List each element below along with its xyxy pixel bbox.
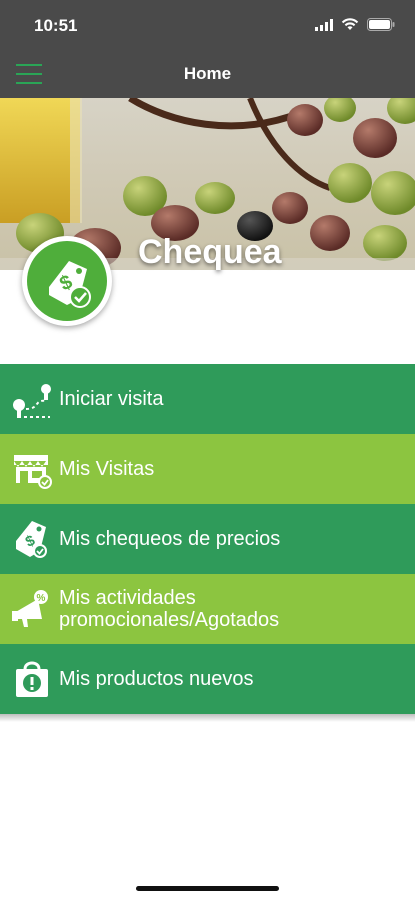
price-tag-icon: $ [16, 521, 47, 558]
status-time: 10:51 [34, 16, 78, 35]
shopping-bag-icon [16, 661, 48, 697]
menu-item-productos-nuevos[interactable]: Mis productos nuevos [0, 644, 415, 714]
nav-bar: Home [0, 50, 415, 98]
wifi-icon [341, 18, 359, 30]
menu-label: Iniciar visita [59, 388, 164, 410]
menu-shadow [0, 714, 415, 722]
megaphone-icon: % [12, 590, 48, 627]
menu-label: Mis productos nuevos [59, 668, 254, 690]
price-tag-check-icon: $ [49, 261, 91, 308]
store-icon [14, 455, 52, 489]
home-indicator[interactable] [136, 886, 279, 891]
status-icons [315, 18, 395, 31]
menu-label: Mis chequeos de precios [59, 528, 281, 550]
svg-text:%: % [37, 593, 46, 604]
map-route-icon [13, 384, 51, 418]
menu-label: Mis actividades promocionales/Agotados [59, 587, 280, 631]
page-title: Home [183, 64, 232, 83]
menu-label: Mis Visitas [59, 458, 155, 480]
menu-item-mis-visitas[interactable]: Mis Visitas [0, 434, 415, 504]
battery-icon [367, 18, 395, 31]
app-logo: $ [22, 236, 112, 326]
status-bar: 10:51 [0, 0, 415, 50]
signal-icon [315, 19, 333, 31]
menu-item-iniciar-visita[interactable]: Iniciar visita [0, 364, 415, 434]
main-menu: Iniciar visita Mis Visitas $ Mis chequeo… [0, 364, 415, 722]
menu-item-actividades-promocionales[interactable]: % Mis actividades promocionales/Agotados [0, 574, 415, 644]
menu-item-chequeos-precios[interactable]: $ Mis chequeos de precios [0, 504, 415, 574]
brand-name: Chequea [138, 233, 282, 271]
